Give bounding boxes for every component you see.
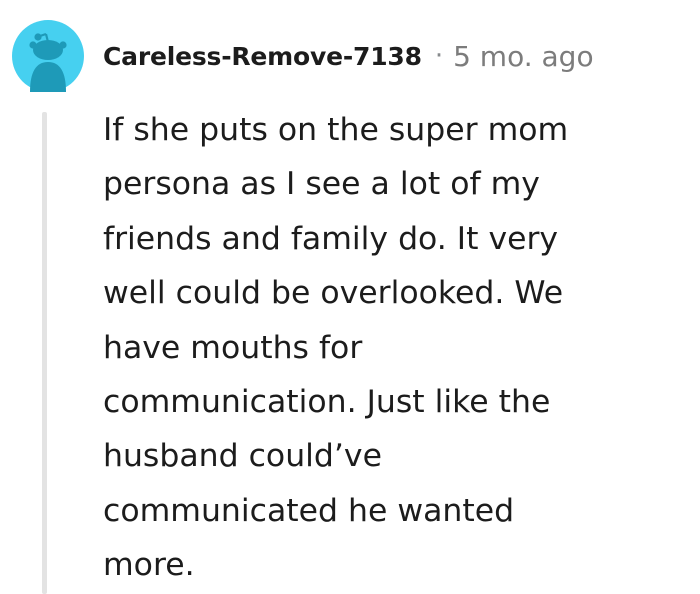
comment-body-line: well could be overlooked. We [103,275,564,312]
comment-body-line: friends and family do. It very [103,220,559,257]
comment: Careless-Remove-7138 · 5 mo. ago If she … [0,0,700,594]
comment-body-line: communication. Just like the [103,384,551,421]
comment-body-line: husband could’ve [103,438,382,475]
comment-body-line: more. [103,547,195,584]
timestamp-link[interactable]: 5 mo. ago [453,40,594,73]
comment-body: If she puts on the super mom persona as … [103,103,683,593]
comment-body-line: If she puts on the super mom [103,112,569,148]
user-avatar[interactable] [12,20,84,92]
comment-body-line: persona as I see a lot of my [103,166,540,203]
separator-dot: · [434,41,444,71]
comment-body-line: communicated he wanted [103,492,515,529]
reddit-snoo-avatar-icon [12,20,84,92]
comment-body-line: have mouths for [103,329,363,366]
username-link[interactable]: Careless-Remove-7138 [103,42,422,71]
thread-collapse-line[interactable] [42,112,47,594]
comment-header: Careless-Remove-7138 · 5 mo. ago [103,36,594,76]
